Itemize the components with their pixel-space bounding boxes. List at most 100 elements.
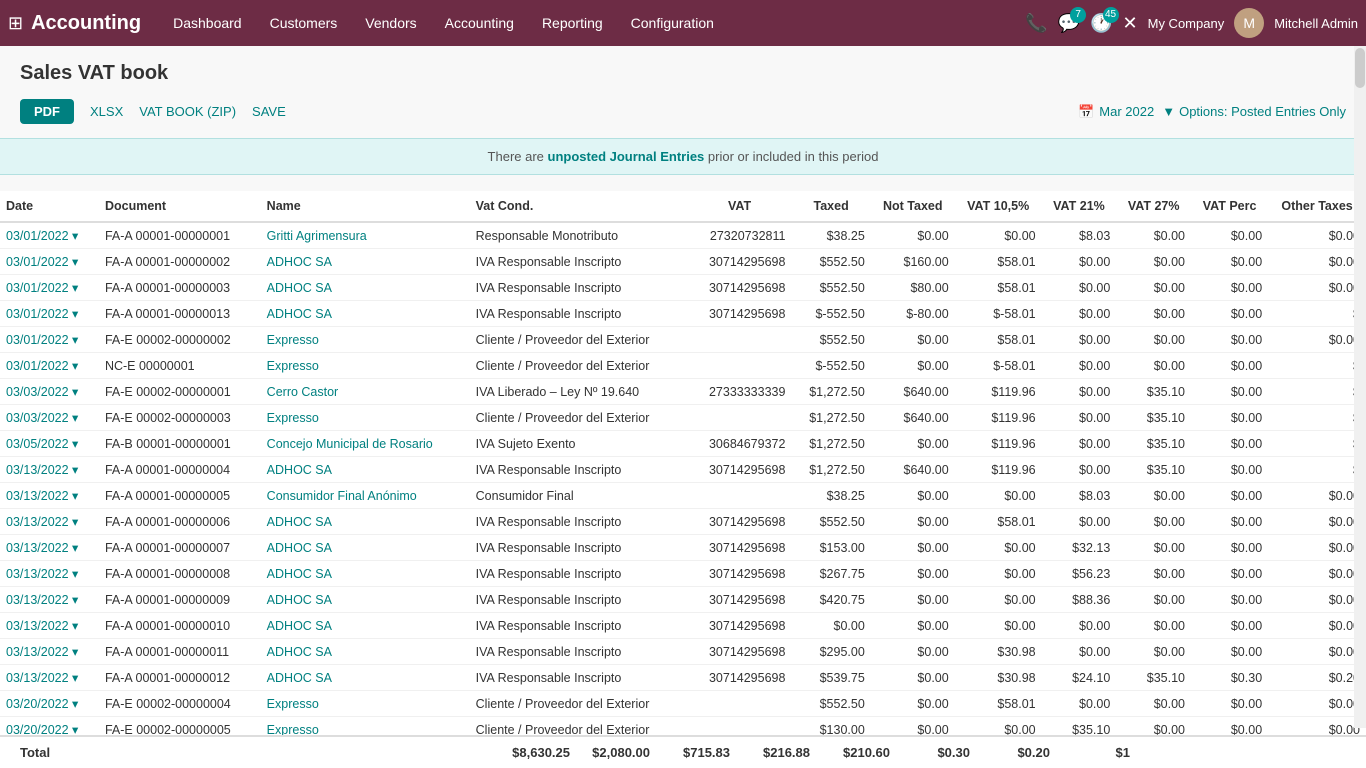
options-button[interactable]: ▼ Options: Posted Entries Only [1162,104,1346,119]
date-cell[interactable]: 03/13/2022 ▾ [0,561,99,587]
nav-customers[interactable]: Customers [258,9,350,37]
data-cell: $30.98 [955,639,1042,665]
save-button[interactable]: SAVE [252,104,286,119]
name-cell[interactable]: Cerro Castor [261,379,470,405]
data-cell: $30.98 [955,665,1042,691]
document-cell[interactable]: FA-E 00002-00000004 [99,691,261,717]
name-cell[interactable]: ADHOC SA [261,639,470,665]
date-cell[interactable]: 03/13/2022 ▾ [0,587,99,613]
date-cell[interactable]: 03/01/2022 ▾ [0,249,99,275]
document-cell[interactable]: FA-A 00001-00000012 [99,665,261,691]
data-cell: IVA Responsable Inscripto [470,509,688,535]
data-cell: IVA Responsable Inscripto [470,275,688,301]
name-cell[interactable]: ADHOC SA [261,535,470,561]
scrollbar-track[interactable] [1354,46,1366,728]
date-cell[interactable]: 03/13/2022 ▾ [0,483,99,509]
name-cell[interactable]: ADHOC SA [261,561,470,587]
date-cell[interactable]: 03/03/2022 ▾ [0,405,99,431]
chat-icon[interactable]: 💬 7 [1058,13,1080,34]
name-cell[interactable]: ADHOC SA [261,509,470,535]
name-cell[interactable]: ADHOC SA [261,665,470,691]
date-cell[interactable]: 03/03/2022 ▾ [0,379,99,405]
data-cell: $0.00 [871,431,955,457]
document-cell[interactable]: FA-E 00002-00000001 [99,379,261,405]
data-cell: $0.00 [1191,639,1268,665]
grid-icon[interactable]: ⊞ [8,13,23,34]
document-cell[interactable]: FA-A 00001-00000007 [99,535,261,561]
phone-icon[interactable]: 📞 [1025,13,1047,34]
date-cell[interactable]: 03/13/2022 ▾ [0,639,99,665]
name-cell[interactable]: ADHOC SA [261,301,470,327]
name-cell[interactable]: Expresso [261,353,470,379]
nav-accounting[interactable]: Accounting [433,9,526,37]
document-cell[interactable]: FA-A 00001-00000003 [99,275,261,301]
close-icon[interactable]: ✕ [1123,13,1138,34]
data-cell: 30714295698 [688,665,792,691]
date-cell[interactable]: 03/13/2022 ▾ [0,665,99,691]
name-cell[interactable]: Gritti Agrimensura [261,222,470,249]
clock-icon[interactable]: 🕐 45 [1090,13,1112,34]
data-cell: $552.50 [791,691,870,717]
scrollbar-thumb[interactable] [1355,48,1365,88]
user-name[interactable]: Mitchell Admin [1274,16,1358,31]
date-cell[interactable]: 03/13/2022 ▾ [0,457,99,483]
pdf-button[interactable]: PDF [20,99,74,124]
avatar[interactable]: M [1234,8,1264,38]
document-cell[interactable]: FA-E 00002-00000002 [99,327,261,353]
date-cell[interactable]: 03/01/2022 ▾ [0,275,99,301]
document-cell[interactable]: FA-A 00001-00000011 [99,639,261,665]
date-cell[interactable]: 03/05/2022 ▾ [0,431,99,457]
table-row: 03/13/2022 ▾FA-A 00001-00000010ADHOC SAI… [0,613,1366,639]
data-cell: $ [1268,457,1366,483]
data-cell: $0.00 [1268,561,1366,587]
name-cell[interactable]: Consumidor Final Anónimo [261,483,470,509]
clock-badge: 45 [1103,7,1119,23]
name-cell[interactable]: ADHOC SA [261,457,470,483]
document-cell[interactable]: FA-E 00002-00000003 [99,405,261,431]
date-cell[interactable]: 03/01/2022 ▾ [0,222,99,249]
name-cell[interactable]: ADHOC SA [261,613,470,639]
document-cell[interactable]: FA-A 00001-00000010 [99,613,261,639]
date-cell[interactable]: 03/01/2022 ▾ [0,301,99,327]
document-cell[interactable]: FA-A 00001-00000013 [99,301,261,327]
name-cell[interactable]: ADHOC SA [261,275,470,301]
date-cell[interactable]: 03/20/2022 ▾ [0,691,99,717]
date-cell[interactable]: 03/13/2022 ▾ [0,613,99,639]
date-cell[interactable]: 03/01/2022 ▾ [0,353,99,379]
company-name[interactable]: My Company [1148,16,1225,31]
document-cell[interactable]: FA-A 00001-00000006 [99,509,261,535]
document-cell[interactable]: FA-A 00001-00000009 [99,587,261,613]
document-cell[interactable]: FA-A 00001-00000005 [99,483,261,509]
document-cell[interactable]: NC-E 00000001 [99,353,261,379]
date-cell[interactable]: 03/13/2022 ▾ [0,535,99,561]
nav-reporting[interactable]: Reporting [530,9,615,37]
table-row: 03/13/2022 ▾FA-A 00001-00000011ADHOC SAI… [0,639,1366,665]
date-cell[interactable]: 03/13/2022 ▾ [0,509,99,535]
data-cell: 30714295698 [688,457,792,483]
name-cell[interactable]: Expresso [261,405,470,431]
document-cell[interactable]: FA-B 00001-00000001 [99,431,261,457]
data-cell: $0.00 [871,691,955,717]
name-cell[interactable]: Expresso [261,691,470,717]
toolbar: PDF XLSX VAT BOOK (ZIP) SAVE 📅 Mar 2022 … [20,99,1346,124]
xlsx-button[interactable]: XLSX [90,104,123,119]
name-cell[interactable]: ADHOC SA [261,587,470,613]
document-cell[interactable]: FA-A 00001-00000001 [99,222,261,249]
name-cell[interactable]: Concejo Municipal de Rosario [261,431,470,457]
vat-book-button[interactable]: VAT BOOK (ZIP) [139,104,236,119]
document-cell[interactable]: FA-A 00001-00000008 [99,561,261,587]
nav-dashboard[interactable]: Dashboard [161,9,254,37]
period-button[interactable]: 📅 Mar 2022 [1078,104,1154,120]
col-date: Date [0,191,99,222]
data-cell: $58.01 [955,327,1042,353]
data-cell: $267.75 [791,561,870,587]
name-cell[interactable]: ADHOC SA [261,249,470,275]
document-cell[interactable]: FA-A 00001-00000004 [99,457,261,483]
document-cell[interactable]: FA-A 00001-00000002 [99,249,261,275]
data-cell: 30714295698 [688,587,792,613]
date-cell[interactable]: 03/01/2022 ▾ [0,327,99,353]
banner-text-after: prior or included in this period [704,149,878,164]
nav-configuration[interactable]: Configuration [619,9,726,37]
nav-vendors[interactable]: Vendors [353,9,428,37]
name-cell[interactable]: Expresso [261,327,470,353]
